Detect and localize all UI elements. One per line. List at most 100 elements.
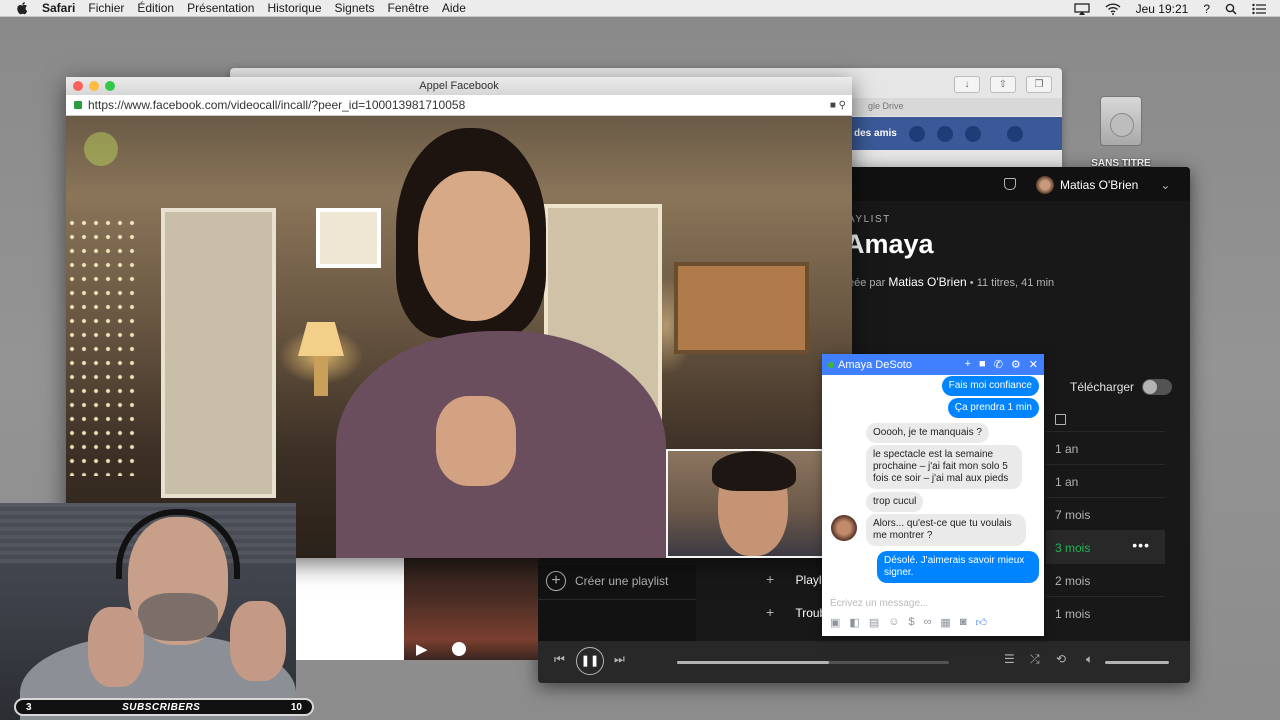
menu-aide[interactable]: Aide bbox=[442, 1, 466, 15]
messages-icon[interactable] bbox=[936, 125, 953, 142]
chat-message-sent: Ça prendra 1 min bbox=[947, 398, 1039, 418]
airplay-icon[interactable] bbox=[1073, 2, 1090, 15]
minimize-window-button[interactable] bbox=[89, 81, 99, 91]
add-track-icon[interactable]: + bbox=[766, 571, 774, 587]
date-added-cell: 2 mois bbox=[1046, 563, 1165, 596]
menu-signets[interactable]: Signets bbox=[335, 1, 375, 15]
desktop-disk[interactable]: SANS TITRE bbox=[1086, 96, 1156, 169]
phone-call-icon[interactable]: ✆ bbox=[994, 358, 1003, 371]
apple-icon[interactable] bbox=[16, 1, 30, 15]
user-name: Matias O'Brien bbox=[1060, 178, 1139, 192]
settings-gear-icon[interactable]: ⚙ bbox=[1011, 358, 1021, 371]
date-added-calendar-icon[interactable] bbox=[1055, 414, 1066, 425]
room-doorway bbox=[161, 208, 276, 498]
string-lights bbox=[66, 216, 141, 476]
menu-historique[interactable]: Historique bbox=[267, 1, 321, 15]
like-thumb-icon[interactable]: 👍︎ bbox=[975, 616, 987, 629]
create-playlist-button[interactable]: + Créer une playlist bbox=[546, 571, 668, 591]
created-by-label: éée par bbox=[848, 277, 886, 289]
facebook-navbar: des amis bbox=[852, 117, 1062, 150]
playback-progress-bar[interactable] bbox=[677, 661, 949, 664]
user-menu[interactable]: Matias O'Brien ⌄ bbox=[1036, 176, 1170, 194]
attachment-icon[interactable]: ∞ bbox=[924, 616, 932, 629]
subscriber-label: SUBSCRIBERS bbox=[122, 701, 201, 713]
menu-fichier[interactable]: Fichier bbox=[88, 1, 124, 15]
tab-google-drive[interactable]: gle Drive bbox=[852, 98, 1062, 116]
chat-contact-name[interactable]: Amaya DeSoto bbox=[838, 359, 912, 371]
self-view-thumbnail[interactable] bbox=[666, 449, 826, 558]
video-scrubber-knob[interactable] bbox=[452, 642, 466, 656]
chat-toolbar: ▣ ◧ ▤ ☺ $ ∞ ▦ ◙ 👍︎ bbox=[830, 616, 987, 629]
add-track-icon[interactable]: + bbox=[766, 604, 774, 620]
emoji-icon[interactable]: ☺ bbox=[888, 616, 899, 629]
shuffle-icon[interactable]: ⤮ bbox=[1030, 652, 1040, 667]
help-icon[interactable] bbox=[1006, 125, 1023, 142]
volume-icon[interactable]: 🔈︎ bbox=[1086, 652, 1093, 667]
notification-center-icon[interactable] bbox=[1252, 3, 1266, 15]
user-avatar bbox=[1036, 176, 1054, 194]
message-input[interactable]: Écrivez un message... bbox=[830, 598, 928, 609]
chat-message-received: Ooooh, je te manquais ? bbox=[866, 423, 989, 443]
wifi-icon[interactable] bbox=[1105, 2, 1121, 15]
downloads-button[interactable]: ↓ bbox=[954, 76, 980, 93]
close-icon[interactable]: ✕ bbox=[1029, 358, 1038, 371]
queue-icon[interactable]: ☰ bbox=[1004, 652, 1015, 666]
sticker-icon[interactable]: ◧ bbox=[849, 616, 859, 629]
wall-picture bbox=[674, 262, 809, 354]
play-icon[interactable]: ▶ bbox=[416, 640, 428, 658]
tabs-overview-button[interactable]: ❐ bbox=[1026, 76, 1052, 93]
camera-icon[interactable]: ◙ bbox=[960, 616, 967, 629]
camera-zoom-icons[interactable]: ■ ⚲ bbox=[830, 95, 846, 116]
notifications-bell-icon[interactable] bbox=[1004, 178, 1016, 190]
spotlight-search-icon[interactable] bbox=[1225, 3, 1237, 15]
next-track-icon[interactable]: ⏭ bbox=[614, 652, 625, 667]
photo-icon[interactable]: ▣ bbox=[830, 616, 840, 629]
fb-nav-friends-label[interactable]: des amis bbox=[854, 128, 897, 139]
video-call-icon[interactable]: ■ bbox=[979, 358, 986, 371]
date-added-cell: 7 mois bbox=[1046, 497, 1165, 530]
share-button[interactable]: ⇧ bbox=[990, 76, 1016, 93]
playlist-stats: 11 titres, 41 min bbox=[976, 277, 1055, 289]
chat-header[interactable]: Amaya DeSoto + ■ ✆ ⚙ ✕ bbox=[822, 354, 1044, 375]
more-options-icon[interactable]: ••• bbox=[1132, 537, 1150, 553]
chevron-down-icon[interactable]: ⌄ bbox=[1160, 178, 1170, 192]
payment-icon[interactable]: $ bbox=[908, 616, 914, 629]
volume-slider[interactable] bbox=[1105, 661, 1169, 664]
chat-message-received: le spectacle est la semaine prochaine – … bbox=[866, 445, 1022, 489]
messenger-chat-window[interactable]: Amaya DeSoto + ■ ✆ ⚙ ✕ Fais moi confianc… bbox=[822, 354, 1044, 636]
track-row[interactable]: + Troub bbox=[766, 604, 826, 620]
game-icon[interactable]: ▦ bbox=[940, 616, 950, 629]
close-window-button[interactable] bbox=[73, 81, 83, 91]
menu-fenetre[interactable]: Fenêtre bbox=[388, 1, 429, 15]
menu-app-safari[interactable]: Safari bbox=[42, 1, 75, 15]
status-area: Jeu 19:21 ? bbox=[1073, 0, 1266, 17]
help-menu[interactable]: ? bbox=[1203, 2, 1210, 16]
contact-avatar[interactable] bbox=[831, 515, 857, 541]
url-text[interactable]: https://www.facebook.com/videocall/incal… bbox=[88, 98, 465, 112]
menubar-clock[interactable]: Jeu 19:21 bbox=[1136, 2, 1189, 16]
previous-track-icon[interactable]: ⏮ bbox=[554, 652, 565, 667]
caller-hand bbox=[436, 396, 516, 486]
playlist-owner-link[interactable]: Matias O'Brien bbox=[888, 275, 966, 289]
streamer-hand bbox=[88, 607, 144, 687]
menu-presentation[interactable]: Présentation bbox=[187, 1, 254, 15]
download-toggle[interactable] bbox=[1142, 379, 1173, 395]
window-title: Appel Facebook bbox=[419, 80, 499, 92]
playlist-meta: éée par Matias O'Brien • 11 titres, 41 m… bbox=[848, 275, 1055, 289]
playlist-title: Amaya bbox=[845, 229, 934, 259]
date-added-cell-active[interactable]: 3 mois ••• bbox=[1046, 530, 1165, 563]
repeat-icon[interactable]: ⟲ bbox=[1056, 652, 1066, 666]
address-bar[interactable]: https://www.facebook.com/videocall/incal… bbox=[66, 95, 852, 116]
pause-button[interactable]: ❚❚ bbox=[576, 647, 604, 675]
facebook-call-window[interactable]: Appel Facebook https://www.facebook.com/… bbox=[66, 77, 852, 558]
add-people-icon[interactable]: + bbox=[965, 358, 971, 371]
friend-requests-icon[interactable] bbox=[908, 125, 925, 142]
zoom-window-button[interactable] bbox=[105, 81, 115, 91]
menu-edition[interactable]: Édition bbox=[137, 1, 174, 15]
subscriber-current: 3 bbox=[26, 701, 32, 713]
streamer-hand bbox=[230, 601, 286, 681]
track-row[interactable]: + Playli bbox=[766, 571, 824, 587]
chat-message-received: Alors... qu'est-ce que tu voulais me mon… bbox=[866, 514, 1026, 546]
gif-icon[interactable]: ▤ bbox=[869, 616, 879, 629]
notifications-globe-icon[interactable] bbox=[964, 125, 981, 142]
